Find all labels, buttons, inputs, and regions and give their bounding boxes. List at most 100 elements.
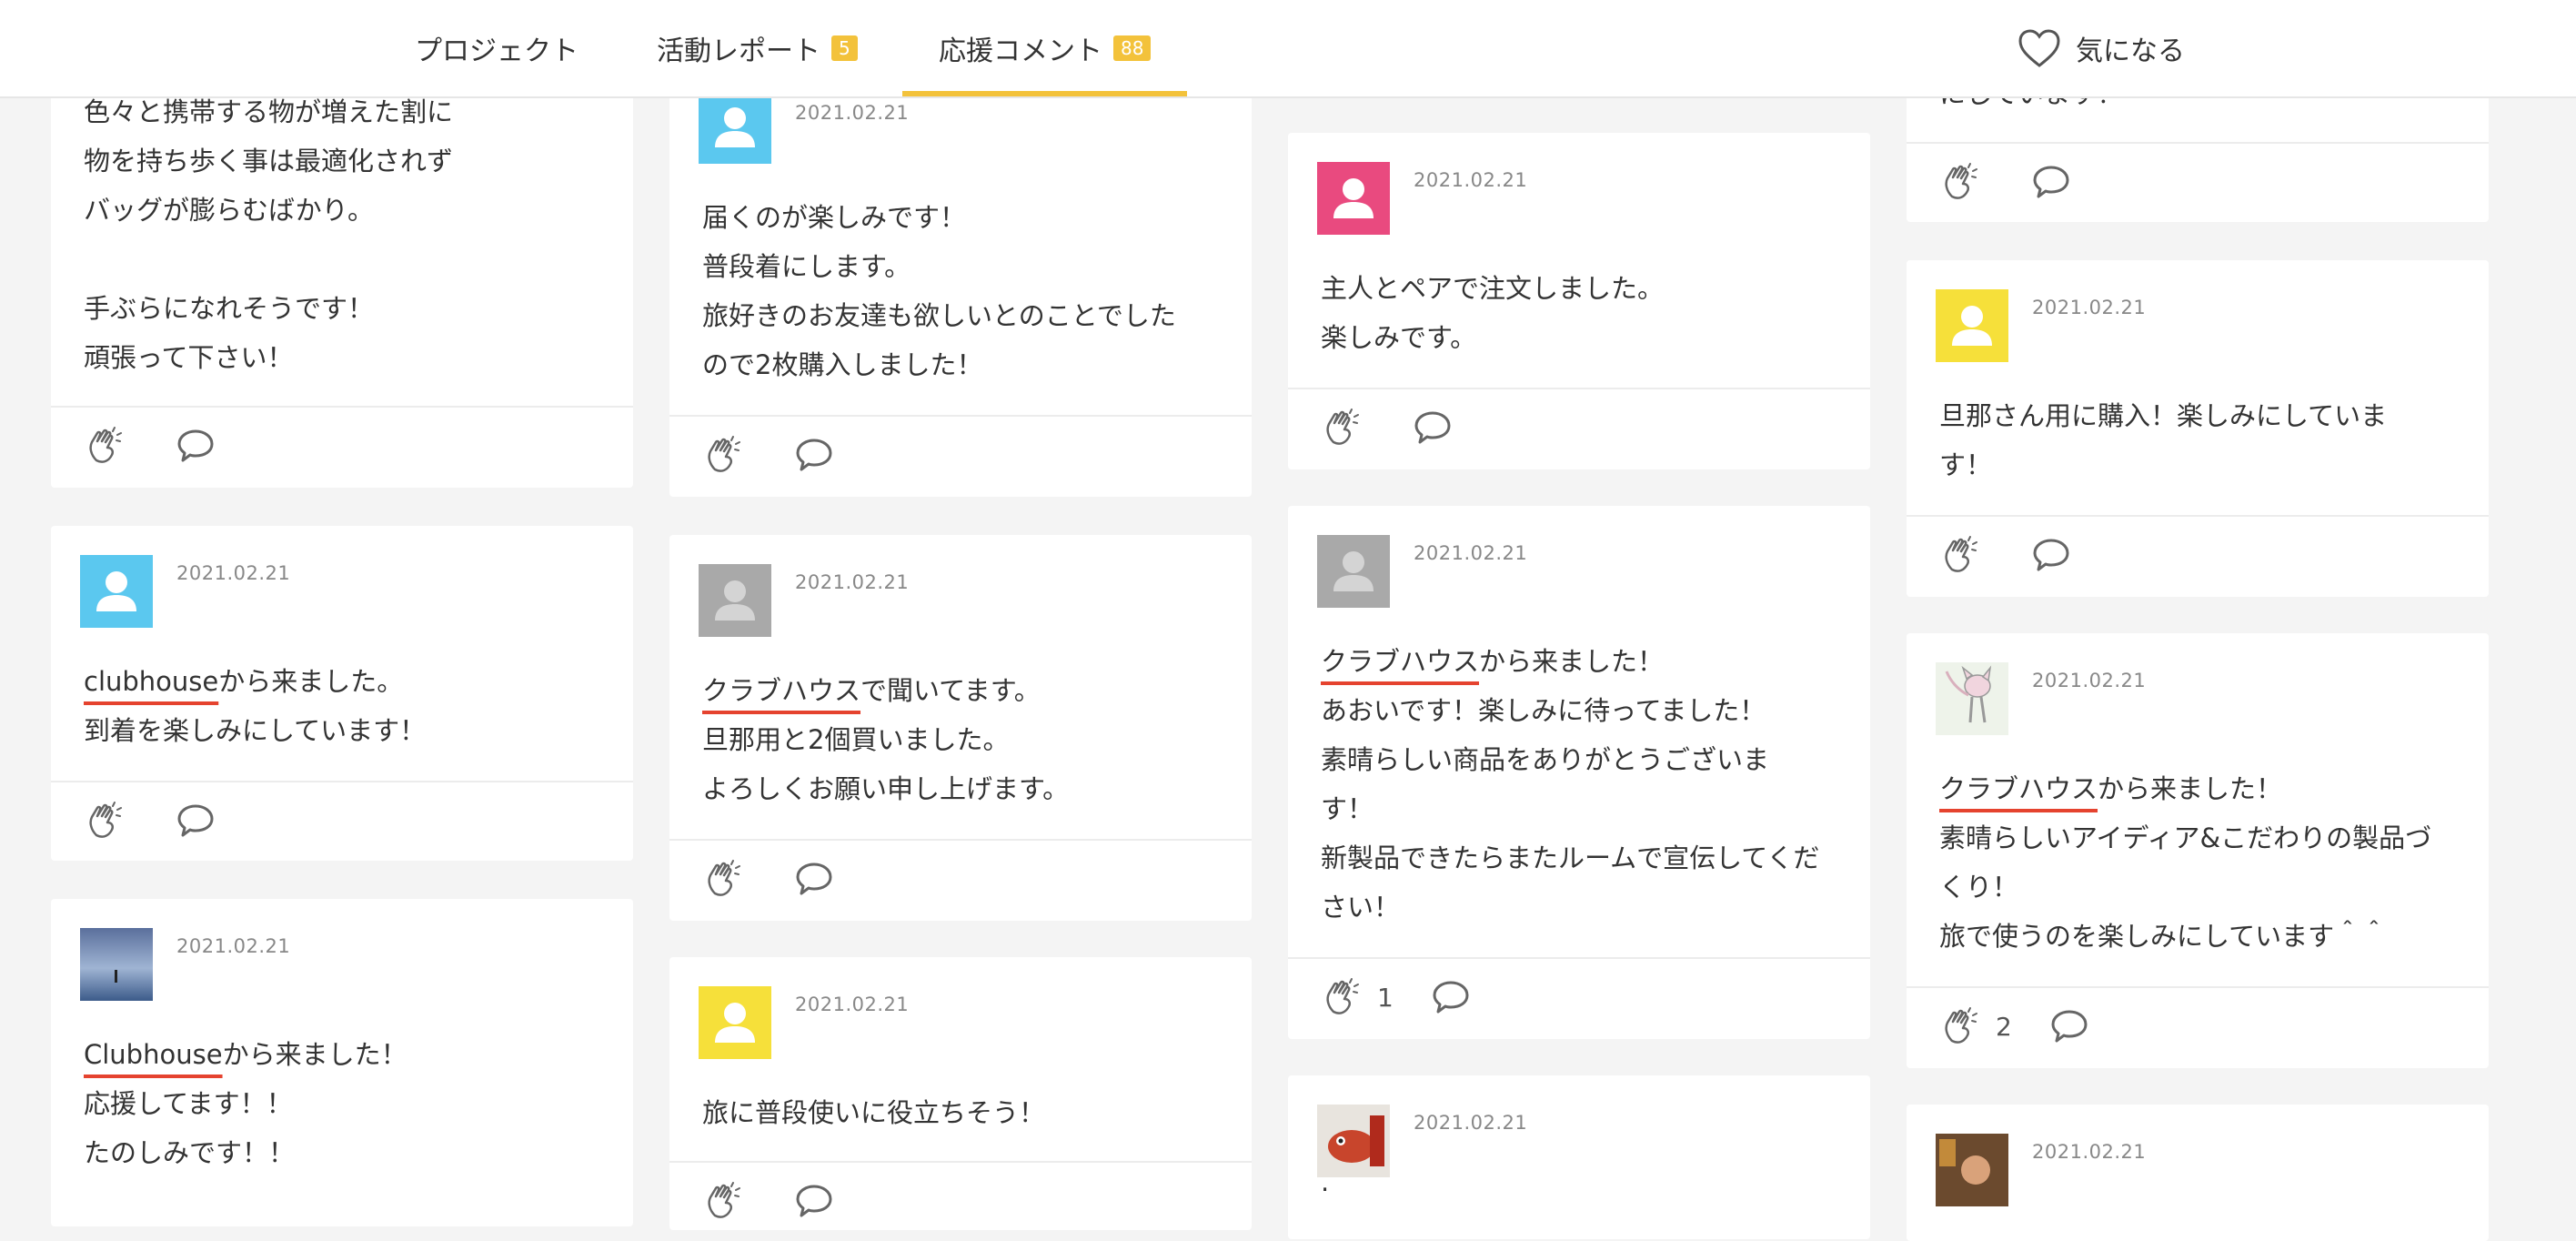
comment-card: 2021.02.21 . (1288, 1075, 1870, 1239)
comment-card: 2021.02.21 旅に普段使いに役立ちそう！ (669, 957, 1252, 1230)
comment-actions (702, 428, 835, 482)
comment-card: 2021.02.21 clubhouseから来ました。 到着を楽しみにしています… (51, 526, 633, 861)
divider (51, 406, 633, 408)
comment-actions (1321, 400, 1454, 455)
comment-date: 2021.02.21 (2032, 670, 2147, 691)
tab-project[interactable]: プロジェクト (415, 0, 579, 96)
comment-text: クラブハウスから来ました！ 素晴らしいアイディア&こだわりの製品づ くり！ 旅で… (1939, 764, 2461, 961)
avatar (699, 564, 771, 637)
comment-text: 主人とペアで注文しました。 楽しみです。 (1321, 273, 1665, 353)
comment-date: 2021.02.21 (1414, 1112, 1528, 1134)
comment-actions: 2 (1939, 999, 2090, 1054)
comment-card: 2021.02.21 届くのが楽しみです！ 普段着にします。 旅好きのお友達も欲… (669, 55, 1252, 497)
comment-icon[interactable] (1412, 408, 1454, 448)
divider (1907, 986, 2489, 988)
comment-card: 2021.02.21 Clubhouseから来ました！ 応援してます！！ たのし… (51, 899, 633, 1226)
clap-icon[interactable] (702, 433, 746, 477)
comment-actions (1939, 528, 2072, 582)
divider (669, 839, 1252, 841)
divider (1288, 957, 1870, 959)
comment-actions (84, 793, 216, 848)
divider (669, 1161, 1252, 1163)
comment-icon[interactable] (793, 859, 835, 899)
divider (1907, 515, 2489, 517)
clap-icon[interactable] (84, 799, 127, 842)
highlighted-source: clubhouse (84, 666, 219, 697)
tab-support-comments[interactable]: 応援コメント 88 (901, 0, 1188, 96)
comment-icon[interactable] (793, 1181, 835, 1221)
highlighted-source: クラブハウス (1939, 773, 2098, 804)
count-badge: 5 (831, 35, 858, 61)
count-badge: 88 (1113, 35, 1152, 61)
comment-icon[interactable] (2048, 1006, 2090, 1046)
comment-actions (702, 852, 835, 906)
comment-date: 2021.02.21 (1414, 542, 1528, 564)
avatar (1936, 1134, 2008, 1206)
comment-card: 2021.02.21 クラブハウスから来ました！ あおいです！楽しみに待ってまし… (1288, 506, 1870, 1039)
comment-card: 色々と携帯する物が増えた割に 物を持ち歩く事は最適化されず バッグが膨らむばかり… (51, 55, 633, 488)
highlighted-source: クラブハウス (1321, 646, 1480, 677)
avatar (1317, 535, 1390, 608)
comment-text: 旅に普段使いに役立ちそう！ (702, 1097, 1046, 1128)
avatar (80, 928, 153, 1001)
comment-card: 2021.02.21 クラブハウスから来ました！ 素晴らしいアイディア&こだわり… (1907, 633, 2489, 1068)
divider (1907, 142, 2489, 144)
clap-icon[interactable] (84, 424, 127, 468)
comment-date: 2021.02.21 (795, 571, 910, 593)
comment-icon[interactable] (175, 426, 216, 466)
clap-icon[interactable] (1939, 160, 1983, 204)
comment-text: 届くのが楽しみです！ 普段着にします。 旅好きのお友達も欲しいとのことでした の… (702, 202, 1176, 380)
avatar (1317, 162, 1390, 235)
favorite-button[interactable]: 気になる (2018, 0, 2185, 96)
comment-text: . (1321, 1166, 1330, 1197)
top-nav: プロジェクト 活動レポート 5 応援コメント 88 気になる (0, 0, 2576, 98)
comment-text: 旦那さん用に購入！楽しみにしていま す！ (1939, 400, 2388, 480)
comment-text: 色々と携帯する物が増えた割に 物を持ち歩く事は最適化されず バッグが膨らむばかり… (84, 96, 454, 373)
highlighted-source: クラブハウス (702, 675, 861, 706)
highlighted-source: Clubhouse (84, 1039, 223, 1070)
comment-text: Clubhouseから来ました！ 応援してます！！ たのしみです！！ (84, 1030, 606, 1177)
comment-actions (84, 419, 216, 473)
comment-date: 2021.02.21 (2032, 297, 2147, 318)
comment-icon[interactable] (175, 801, 216, 841)
comment-actions (1939, 155, 2072, 209)
clap-icon[interactable] (702, 1179, 746, 1223)
comment-icon[interactable] (1430, 977, 1472, 1017)
comment-actions (702, 1174, 835, 1228)
clap-count: 1 (1377, 982, 1394, 1013)
comment-date: 2021.02.21 (2032, 1141, 2147, 1163)
comment-icon[interactable] (2030, 535, 2072, 575)
comment-actions: 1 (1321, 970, 1472, 1024)
divider (669, 415, 1252, 417)
avatar (699, 986, 771, 1059)
clap-count: 2 (1996, 1011, 2012, 1042)
comment-card: 2021.02.21 (1907, 1105, 2489, 1241)
tab-label: 応援コメント (939, 35, 1102, 67)
tab-activity-report[interactable]: 活動レポート 5 (657, 0, 858, 96)
comment-date: 2021.02.21 (1414, 169, 1528, 191)
clap-icon[interactable] (1321, 975, 1364, 1019)
tab-label: プロジェクト (415, 35, 579, 67)
divider (51, 781, 633, 782)
comment-text: クラブハウスから来ました！ あおいです！楽しみに待ってました！ 素晴らしい商品を… (1321, 637, 1843, 932)
comment-text: clubhouseから来ました。 到着を楽しみにしています！ (84, 657, 606, 755)
clap-icon[interactable] (1939, 1004, 1983, 1048)
comment-date: 2021.02.21 (795, 994, 910, 1015)
heart-icon (2018, 29, 2060, 67)
comment-date: 2021.02.21 (176, 935, 291, 957)
clap-icon[interactable] (702, 857, 746, 901)
avatar (699, 91, 771, 164)
clap-icon[interactable] (1939, 533, 1983, 577)
comment-card: 2021.02.21 主人とペアで注文しました。 楽しみです。 (1288, 133, 1870, 469)
comment-date: 2021.02.21 (795, 102, 910, 124)
comment-card: 2021.02.21 クラブハウスで聞いてます。 旦那用と2個買いました。 よろ… (669, 535, 1252, 921)
comment-text: クラブハウスで聞いてます。 旦那用と2個買いました。 よろしくお願い申し上げます… (702, 666, 1224, 813)
comment-icon[interactable] (793, 435, 835, 475)
divider (1288, 388, 1870, 389)
avatar (1936, 662, 2008, 735)
tab-label: 活動レポート (657, 35, 820, 67)
comment-date: 2021.02.21 (176, 562, 291, 584)
comment-icon[interactable] (2030, 162, 2072, 202)
clap-icon[interactable] (1321, 406, 1364, 449)
avatar (80, 555, 153, 628)
